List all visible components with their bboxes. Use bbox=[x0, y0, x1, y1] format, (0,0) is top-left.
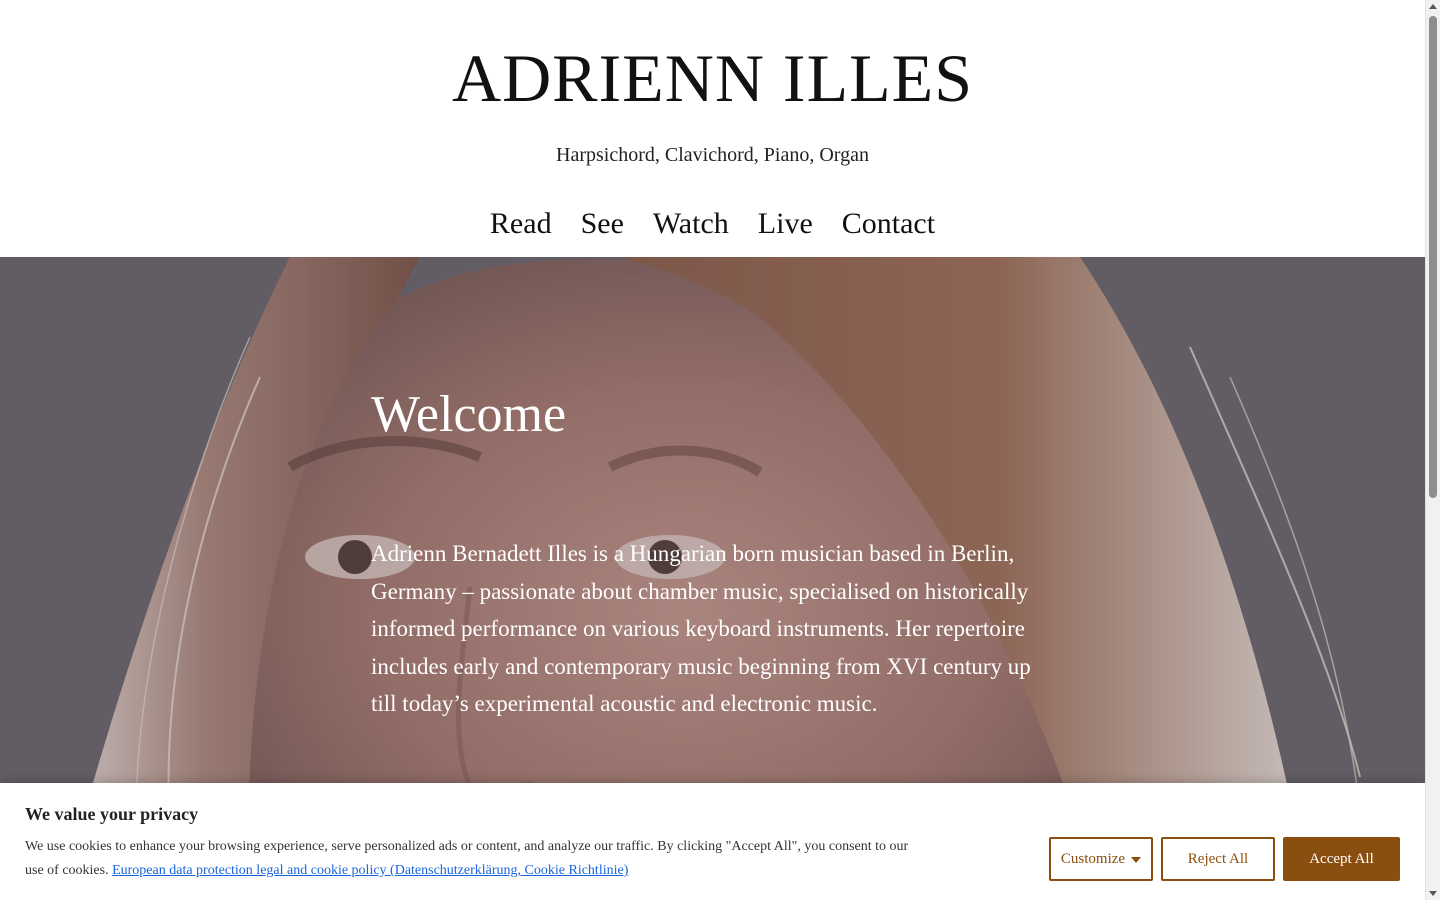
scroll-down-arrow-icon[interactable] bbox=[1429, 891, 1437, 896]
scroll-up-arrow-icon[interactable] bbox=[1429, 4, 1437, 9]
site-subtitle: Harpsichord, Clavichord, Piano, Organ bbox=[556, 144, 869, 166]
cookie-consent-banner: We value your privacy We use cookies to … bbox=[0, 783, 1425, 900]
caret-down-icon bbox=[1131, 857, 1142, 863]
cookie-description: We use cookies to enhance your browsing … bbox=[25, 835, 925, 883]
nav-item-watch[interactable]: Watch bbox=[653, 203, 729, 245]
customize-button-label: Customize bbox=[1060, 850, 1126, 867]
customize-button[interactable]: Customize bbox=[1049, 837, 1153, 881]
vertical-scrollbar[interactable] bbox=[1425, 0, 1440, 900]
cookie-policy-link[interactable]: European data protection legal and cooki… bbox=[112, 863, 628, 878]
hero-intro-text: Adrienn Bernadett Illes is a Hungarian b… bbox=[371, 541, 1031, 716]
cookie-title: We value your privacy bbox=[25, 804, 199, 824]
hero-content: Welcome Adrienn Bernadett Illes is a Hun… bbox=[371, 385, 1061, 723]
reject-all-button[interactable]: Reject All bbox=[1161, 837, 1275, 881]
nav-item-live[interactable]: Live bbox=[758, 203, 813, 245]
site-header: ADRIENN ILLES Harpsichord, Clavichord, P… bbox=[0, 0, 1425, 257]
site-title[interactable]: ADRIENN ILLES bbox=[0, 38, 1425, 118]
scrollbar-thumb[interactable] bbox=[1429, 16, 1437, 498]
nav-item-contact[interactable]: Contact bbox=[842, 203, 935, 245]
main-nav: Read See Watch Live Contact bbox=[0, 203, 1425, 245]
accept-all-button[interactable]: Accept All bbox=[1283, 837, 1400, 881]
hero-heading: Welcome bbox=[371, 386, 567, 443]
nav-item-read[interactable]: Read bbox=[490, 203, 552, 245]
page: ADRIENN ILLES Harpsichord, Clavichord, P… bbox=[0, 0, 1425, 900]
nav-item-see[interactable]: See bbox=[581, 203, 624, 245]
